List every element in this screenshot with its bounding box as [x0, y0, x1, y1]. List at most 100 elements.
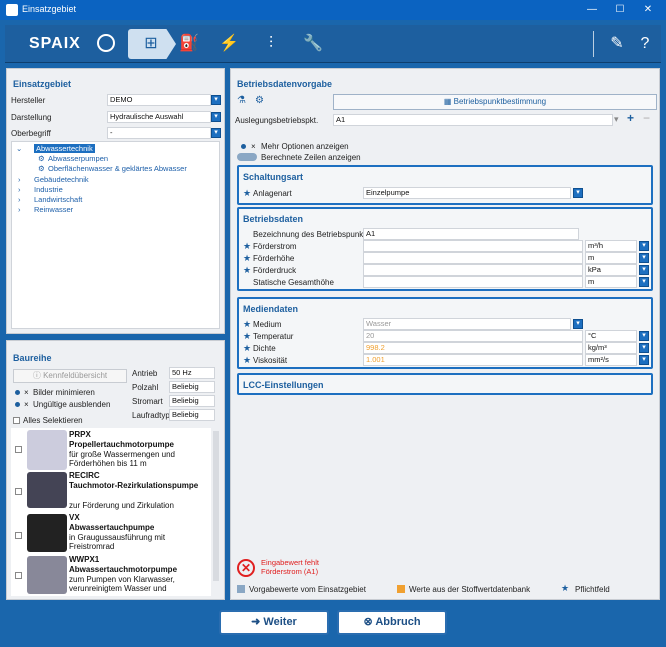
laufradtyp-value[interactable]: Beliebig	[169, 409, 215, 421]
chevron-right-icon[interactable]: ›	[18, 195, 21, 204]
product-checkbox[interactable]	[15, 532, 22, 539]
foerderdruck-unit[interactable]: kPa	[585, 264, 637, 276]
pipeline-icon[interactable]: ⫶	[255, 30, 287, 58]
bezeichnung-label: Bezeichnung des Betriebspunktes	[253, 230, 374, 239]
chevron-down-icon[interactable]: ▾	[639, 355, 649, 365]
tree-item-abwasserpumpen[interactable]: Abwasserpumpen	[48, 154, 108, 163]
chevron-right-icon[interactable]: ›	[18, 185, 21, 194]
oberbegriff-select[interactable]: -	[107, 127, 211, 139]
chevron-down-icon[interactable]: ▾	[211, 112, 221, 122]
abbruch-button[interactable]: ⊗ Abbruch	[337, 610, 447, 635]
radio-dot-icon[interactable]	[15, 390, 20, 395]
dichte-unit[interactable]: kg/m³	[585, 342, 637, 354]
product-checkbox[interactable]	[15, 446, 22, 453]
auslegung-select[interactable]: A1	[333, 114, 613, 126]
abbruch-label: Abbruch	[375, 616, 421, 628]
tree-item-gebaeudetechnik[interactable]: Gebäudetechnik	[34, 175, 89, 184]
chevron-down-icon[interactable]: ▾	[639, 343, 649, 353]
foerderstrom-unit[interactable]: m³/h	[585, 240, 637, 252]
remove-icon[interactable]: −	[643, 111, 650, 125]
hersteller-select[interactable]: DEMO	[107, 94, 211, 106]
chevron-down-icon[interactable]: ▾	[639, 253, 649, 263]
minimize-button[interactable]: —	[578, 2, 606, 18]
ungueltige-label: Ungültige ausblenden	[33, 400, 111, 409]
product-checkbox[interactable]	[15, 488, 22, 495]
statische-unit[interactable]: m	[585, 276, 637, 288]
product-title: Propellertauchmotorpumpe	[69, 440, 174, 449]
foerderhoehe-input[interactable]	[363, 252, 583, 264]
berechnete-toggle[interactable]	[237, 153, 257, 161]
chevron-down-icon[interactable]: ▾	[639, 277, 649, 287]
betriebspunkt-button[interactable]: ▦ Betriebspunktbestimmung	[333, 94, 657, 110]
select-all-label: Alles Selektieren	[23, 416, 83, 425]
bezeichnung-input[interactable]: A1	[363, 228, 579, 240]
chevron-down-icon[interactable]: ▾	[639, 331, 649, 341]
star-icon: ★	[243, 188, 252, 198]
radio-dot-icon[interactable]	[15, 402, 20, 407]
pump-icon[interactable]: ⛽	[173, 30, 205, 58]
product-checkbox[interactable]	[15, 572, 22, 579]
maximize-button[interactable]: ☐	[606, 2, 634, 18]
app-icon	[6, 4, 18, 16]
temperatur-unit[interactable]: °C	[585, 330, 637, 342]
polzahl-value[interactable]: Beliebig	[169, 381, 215, 393]
chevron-down-icon[interactable]: ▾	[211, 95, 221, 105]
legend-stoffwert: Werte aus der Stoffwertdatenbank	[409, 585, 531, 594]
radio-dot-icon[interactable]	[241, 144, 246, 149]
viskositaet-unit[interactable]: mm²/s	[585, 354, 637, 366]
chevron-down-icon[interactable]: ▾	[573, 188, 583, 198]
viskositaet-label: Viskosität	[253, 356, 288, 365]
temperatur-input[interactable]: 20	[363, 330, 583, 342]
anlagenart-select[interactable]: Einzelpumpe	[363, 187, 571, 199]
tree-item-landwirtschaft[interactable]: Landwirtschaft	[34, 195, 82, 204]
weiter-label: Weiter	[263, 616, 297, 628]
wrench-icon[interactable]: 🔧	[297, 30, 329, 58]
foerderstrom-input[interactable]	[363, 240, 583, 252]
dichte-input[interactable]: 998.2	[363, 342, 583, 354]
chevron-right-icon[interactable]: ›	[18, 205, 21, 214]
chevron-down-icon[interactable]: ▾	[614, 114, 619, 125]
chevron-down-icon[interactable]: ▾	[639, 265, 649, 275]
tree-item-reinwasser[interactable]: Reinwasser	[34, 205, 73, 214]
medium-select[interactable]: Wasser	[363, 318, 571, 330]
close-icon[interactable]: ×	[251, 142, 256, 151]
help-icon[interactable]: ?	[629, 30, 661, 58]
add-icon[interactable]: +	[627, 111, 634, 125]
darstellung-select[interactable]: Hydraulische Auswahl	[107, 111, 211, 123]
plug-icon[interactable]: ⚡	[213, 30, 245, 58]
antrieb-value[interactable]: 50 Hz	[169, 367, 215, 379]
close-icon[interactable]: ×	[24, 400, 29, 409]
hierarchy-icon[interactable]: ⊞	[135, 30, 167, 58]
tree-item-abwassertechnik[interactable]: Abwassertechnik	[34, 144, 95, 153]
error-line2: Förderstrom (A1)	[261, 567, 319, 576]
tree-item-oberflaechenwasser[interactable]: Oberflächenwasser & geklärtes Abwasser	[48, 164, 187, 173]
product-code: VX	[69, 513, 80, 522]
scrollbar[interactable]	[213, 431, 219, 581]
chevron-right-icon[interactable]: ›	[18, 175, 21, 184]
lcc-box[interactable]: LCC-Einstellungen	[237, 373, 653, 395]
weiter-button[interactable]: ➜ Weiter	[219, 610, 329, 635]
kennfeld-button[interactable]: ⓘ Kennfeldübersicht	[13, 369, 127, 383]
chevron-down-icon[interactable]: ⌄	[16, 144, 22, 153]
close-icon[interactable]: ×	[24, 388, 29, 397]
statische-input[interactable]	[363, 276, 583, 288]
foerderdruck-input[interactable]	[363, 264, 583, 276]
mehr-optionen-label: Mehr Optionen anzeigen	[261, 142, 349, 151]
stromart-value[interactable]: Beliebig	[169, 395, 215, 407]
product-desc: zur Förderung und Zirkulation	[69, 501, 174, 510]
anlagenart-label: Anlagenart	[253, 189, 292, 198]
foerderhoehe-unit[interactable]: m	[585, 252, 637, 264]
close-button[interactable]: ✕	[634, 2, 662, 18]
star-icon: ★	[243, 355, 252, 365]
temperatur-label: Temperatur	[253, 332, 294, 341]
chevron-down-icon[interactable]: ▾	[211, 128, 221, 138]
flask-settings-icon[interactable]: ⚙	[255, 95, 267, 107]
chevron-down-icon[interactable]: ▾	[639, 241, 649, 251]
viskositaet-input[interactable]: 1.001	[363, 354, 583, 366]
tree-item-industrie[interactable]: Industrie	[34, 185, 63, 194]
select-all-checkbox[interactable]	[13, 417, 20, 424]
chevron-down-icon[interactable]: ▾	[573, 319, 583, 329]
flask-icon[interactable]: ⚗	[237, 95, 249, 107]
cancel-icon: ⊗	[363, 616, 376, 628]
star-icon: ★	[243, 253, 252, 263]
